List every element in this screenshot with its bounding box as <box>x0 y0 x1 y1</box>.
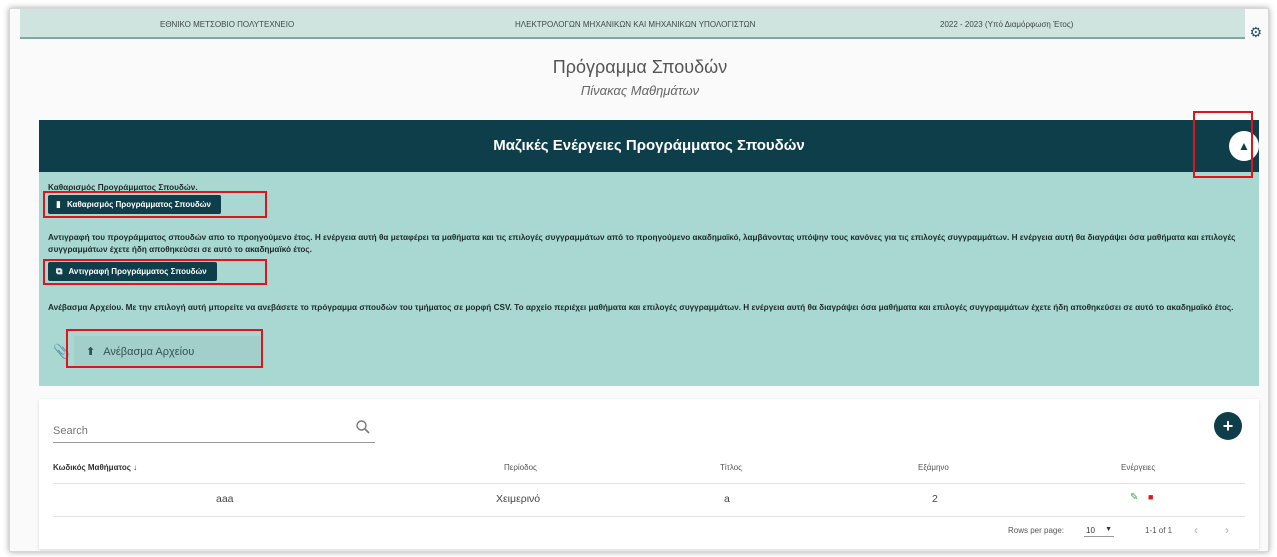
copy-program-label: Αντιγραφή Προγράμματος Σπουδών <box>68 267 207 276</box>
copy-program-button[interactable]: ⧉ Αντιγραφή Προγράμματος Σπουδών <box>48 262 217 281</box>
delete-icon[interactable]: ■ <box>1148 492 1153 502</box>
previous-page-button[interactable]: ‹ <box>1194 523 1198 537</box>
next-page-button[interactable]: › <box>1225 523 1229 537</box>
search-icon[interactable] <box>355 419 371 435</box>
cell-semester: 2 <box>932 493 938 505</box>
upload-file-button[interactable]: ⬆ Ανέβασμα Αρχείου <box>74 336 262 368</box>
divider <box>53 483 1245 484</box>
clear-description: Καθαρισμός Προγράμματος Σπουδών. <box>48 183 198 192</box>
column-header-title: Τίτλος <box>720 463 743 472</box>
university-name: ΕΘΝΙΚΟ ΜΕΤΣΟΒΙΟ ΠΟΛΥΤΕΧΝΕΙΟ <box>160 20 295 29</box>
page-subtitle: Πίνακας Μαθημάτων <box>580 83 700 98</box>
divider <box>53 516 1245 517</box>
cell-period: Χειμερινό <box>496 493 541 505</box>
gear-icon[interactable]: ⚙ <box>1249 25 1262 39</box>
column-header-period: Περίοδος <box>504 463 537 472</box>
app-window: ΕΘΝΙΚΟ ΜΕΤΣΟΒΙΟ ΠΟΛΥΤΕΧΝΕΙΟ ΗΛΕΚΤΡΟΛΟΓΩΝ… <box>9 8 1269 552</box>
upload-file-label: Ανέβασμα Αρχείου <box>103 346 195 358</box>
cell-code: aaa <box>216 493 234 505</box>
clear-program-button[interactable]: ▮ Καθαρισμός Προγράμματος Σπουδών <box>48 195 221 214</box>
clear-program-label: Καθαρισμός Προγράμματος Σπουδών <box>66 200 211 209</box>
edit-icon[interactable]: ✎ <box>1130 492 1138 503</box>
academic-year: 2022 - 2023 (Υπό Διαμόρφωση Έτος) <box>940 20 1074 29</box>
school-name: ΗΛΕΚΤΡΟΛΟΓΩΝ ΜΗΧΑΝΙΚΩΝ ΚΑΙ ΜΗΧΑΝΙΚΩΝ ΥΠΟ… <box>515 20 756 29</box>
bulk-actions-title: Μαζικές Ενέργειες Προγράμματος Σπουδών <box>493 137 805 154</box>
column-header-semester: Εξάμηνο <box>918 463 949 472</box>
column-header-actions: Ενέργειες <box>1121 463 1156 472</box>
upload-icon: ⬆ <box>86 346 96 358</box>
chevron-up-icon: ▲ <box>1238 139 1250 153</box>
sort-arrow-icon: ↓ <box>133 463 138 472</box>
search-input[interactable] <box>53 421 343 441</box>
plus-icon: + <box>1222 416 1234 436</box>
cell-title: a <box>724 493 730 505</box>
dropdown-arrow-icon: ▼ <box>1105 526 1112 533</box>
collapse-button[interactable]: ▲ <box>1229 131 1259 161</box>
paperclip-icon: 📎 <box>53 343 71 359</box>
copy-icon: ⧉ <box>56 266 63 276</box>
top-bar: ΕΘΝΙΚΟ ΜΕΤΣΟΒΙΟ ΠΟΛΥΤΕΧΝΕΙΟ ΗΛΕΚΤΡΟΛΟΓΩΝ… <box>20 9 1245 39</box>
page-title: Πρόγραμμα Σπουδών <box>552 57 728 77</box>
rows-per-page-label: Rows per page: <box>1008 526 1065 535</box>
upload-description: Ανέβασμα Αρχείου. Με την επιλογή αυτή μπ… <box>48 303 1234 312</box>
column-header-code[interactable]: Κωδικός Μαθήματος ↓ <box>53 463 137 472</box>
pagination-range: 1-1 of 1 <box>1145 526 1173 535</box>
bulk-actions-header: Μαζικές Ενέργειες Προγράμματος Σπουδών ▲ <box>39 120 1259 172</box>
rows-per-page-select[interactable]: 10 ▼ <box>1084 523 1114 537</box>
courses-table-card: + Κωδικός Μαθήματος ↓ Περίοδος Τίτλος Εξ… <box>39 399 1259 549</box>
bulk-actions-body: Καθαρισμός Προγράμματος Σπουδών. ▮ Καθαρι… <box>39 172 1259 386</box>
search-field <box>53 419 375 443</box>
copy-description: Αντιγραφή του προγράμματος σπουδών απο τ… <box>48 233 1236 254</box>
trash-icon: ▮ <box>56 199 61 209</box>
add-course-button[interactable]: + <box>1214 412 1242 440</box>
